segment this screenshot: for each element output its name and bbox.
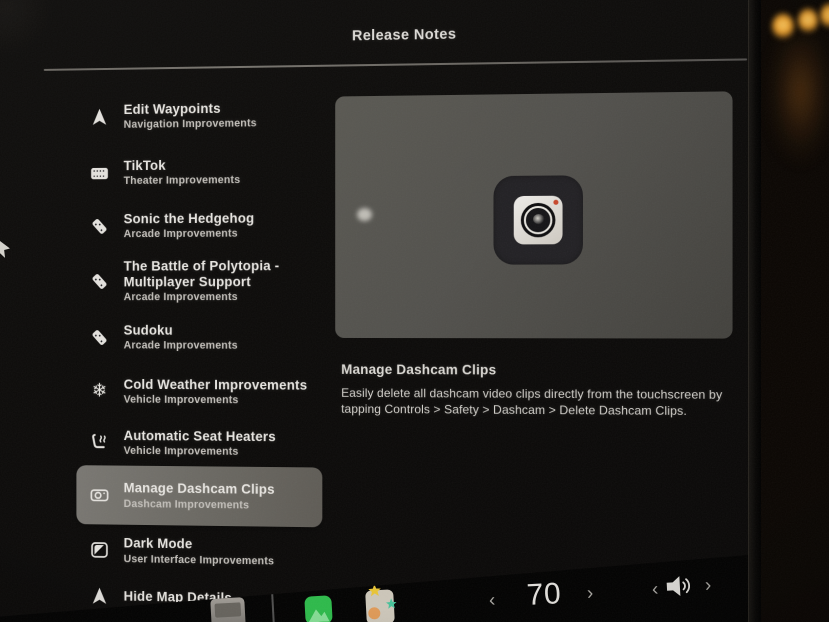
item-title: Manage Dashcam Clips: [124, 480, 275, 497]
tesla-touchscreen: Release Notes Edit Waypoints Navigation …: [0, 0, 748, 622]
item-subtitle: Navigation Improvements: [124, 118, 257, 131]
dashcam-app-tile: [493, 175, 582, 264]
dark-mode-icon: [88, 539, 111, 561]
launcher-divider: [271, 593, 275, 622]
item-title: Edit Waypoints: [124, 100, 257, 117]
item-title: Cold Weather Improvements: [124, 377, 308, 394]
screen-reflection-glint: [357, 208, 372, 221]
release-note-item[interactable]: The Battle of Polytopia - Multiplayer Su…: [76, 250, 322, 311]
photo-background: [760, 0, 829, 622]
volume-down-chevron[interactable]: ‹: [652, 580, 659, 599]
snowflake-icon: ❄: [88, 382, 111, 401]
item-subtitle: Vehicle Improvements: [124, 445, 276, 458]
item-title: Dark Mode: [124, 536, 274, 554]
background-light: [798, 8, 818, 34]
arcade-domino-icon: [88, 270, 111, 292]
record-dot-icon: [553, 200, 558, 205]
seat-heater-icon: [88, 431, 111, 453]
dashcam-camera-icon: [88, 484, 111, 506]
detail-description: Easily delete all dashcam video clips di…: [341, 385, 748, 420]
taskbar-app-icon-green[interactable]: [304, 595, 332, 622]
background-light-haze: [764, 36, 829, 196]
background-light: [820, 3, 829, 29]
cabin-temperature[interactable]: 70: [511, 576, 577, 613]
theater-marquee-icon: [88, 162, 111, 184]
item-subtitle: User Interface Improvements: [124, 553, 274, 567]
navigation-arrow-icon: [88, 106, 111, 128]
item-title: The Battle of Polytopia - Multiplayer Su…: [124, 258, 317, 290]
volume-icon[interactable]: [663, 571, 699, 606]
camera-lens-icon: [521, 203, 556, 238]
item-title: Sudoku: [124, 322, 238, 338]
taskbar-app-icon[interactable]: [210, 597, 246, 622]
item-subtitle: Arcade Improvements: [124, 291, 317, 303]
release-note-item[interactable]: Dark Mode User Interface Improvements: [76, 524, 322, 579]
item-title: Automatic Seat Heaters: [124, 428, 276, 445]
arcade-domino-icon: [88, 326, 111, 348]
temp-decrease-chevron[interactable]: ‹: [489, 591, 496, 610]
page-title: Release Notes: [71, 22, 748, 49]
screen-bezel: [748, 0, 761, 622]
arcade-domino-icon: [88, 215, 111, 237]
release-notes-page: Release Notes Edit Waypoints Navigation …: [9, 0, 748, 622]
release-note-item[interactable]: ❄ Cold Weather Improvements Vehicle Impr…: [76, 363, 322, 421]
photo-frame: Release Notes Edit Waypoints Navigation …: [0, 0, 829, 622]
release-note-item[interactable]: TikTok Theater Improvements: [76, 143, 322, 201]
item-subtitle: Dashcam Improvements: [124, 498, 275, 512]
release-note-item[interactable]: Edit Waypoints Navigation Improvements: [76, 86, 322, 145]
release-note-item[interactable]: Sonic the Hedgehog Arcade Improvements: [76, 199, 322, 251]
toybox-app-icon[interactable]: [365, 589, 395, 622]
item-subtitle: Arcade Improvements: [124, 228, 255, 240]
item-subtitle: Theater Improvements: [124, 175, 241, 188]
volume-up-chevron[interactable]: ›: [705, 576, 712, 595]
detail-preview-image: [335, 91, 732, 338]
detail-heading: Manage Dashcam Clips: [341, 362, 496, 378]
star-icon: [386, 598, 398, 610]
item-subtitle: Vehicle Improvements: [124, 394, 308, 407]
header-divider: [44, 58, 747, 70]
item-title: Sonic the Hedgehog: [124, 210, 255, 226]
release-note-item[interactable]: Manage Dashcam Clips Dashcam Improvement…: [76, 465, 322, 527]
temp-increase-chevron[interactable]: ›: [587, 584, 594, 603]
item-title: TikTok: [124, 157, 241, 174]
navigation-arrow-icon: [88, 585, 111, 607]
release-notes-list: Edit Waypoints Navigation Improvements T…: [76, 86, 322, 621]
release-note-item[interactable]: Sudoku Arcade Improvements: [76, 311, 322, 364]
ball-icon: [368, 607, 381, 620]
item-subtitle: Arcade Improvements: [124, 340, 238, 352]
release-note-item[interactable]: Automatic Seat Heaters Vehicle Improveme…: [76, 419, 322, 467]
dashcam-camera-icon: [514, 196, 563, 245]
